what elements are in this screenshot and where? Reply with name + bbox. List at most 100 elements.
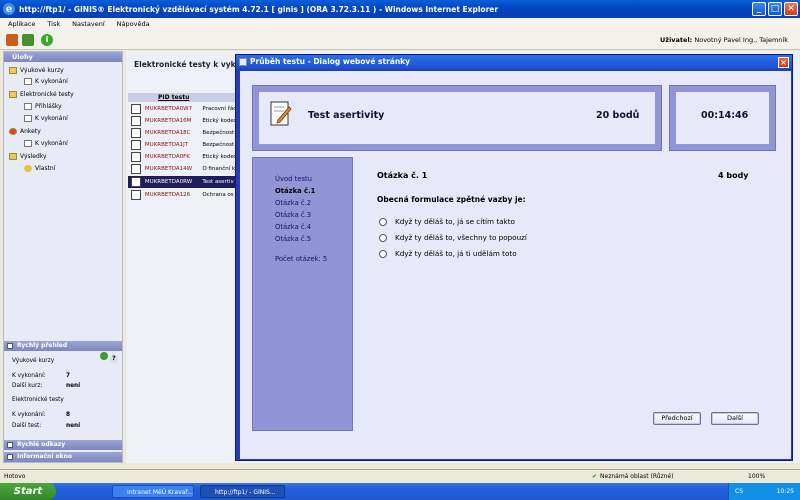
menu-tisk[interactable]: Tisk <box>47 20 60 28</box>
question-count: Počet otázek: 5 <box>275 255 328 263</box>
tree-vysledky[interactable]: Výsledky <box>9 153 47 160</box>
tree-ankety[interactable]: Ankety <box>9 128 41 135</box>
folder-icon <box>9 153 17 160</box>
language-indicator[interactable]: CS <box>735 488 743 495</box>
quick-courses-todo-label: K vykonání: <box>12 373 46 379</box>
quick-tests-todo-value: 8 <box>66 412 71 418</box>
dialog-page-icon <box>239 58 247 66</box>
quick-courses-label: Výukové kurzy <box>12 358 55 364</box>
test-icon <box>131 177 141 187</box>
test-icon <box>131 128 141 138</box>
nav-question-1[interactable]: Otázka č.1 <box>275 187 315 195</box>
taskbar-ginis[interactable]: http://ftp1/ - GINIS... <box>200 485 285 498</box>
quick-courses-todo-value: 7 <box>66 373 71 379</box>
answer-option-2[interactable]: Když ty děláš to, všechny to popouzí <box>379 233 527 242</box>
tree-vyukove-kurzy[interactable]: Výukové kurzy <box>9 67 64 74</box>
info-window-header[interactable]: Informační okno <box>4 452 122 462</box>
test-icon <box>131 116 141 126</box>
window-title: http://ftp1/ - GINIS® Elektronický vzděl… <box>19 4 499 14</box>
column-pid-header[interactable]: PID testu <box>128 93 238 102</box>
tree-elektronicke-testy[interactable]: Elektronické testy <box>9 91 74 98</box>
close-window-button[interactable]: ✕ <box>784 2 798 16</box>
test-icon <box>131 140 141 150</box>
test-progress-dialog: Průběh testu - Dialog webové stránky × T… <box>235 54 793 461</box>
browser-title-bar[interactable]: e http://ftp1/ - GINIS® Elektronický vzd… <box>0 0 800 18</box>
document-icon <box>24 103 32 110</box>
user-info: Uživatel: Novotný Pavel Ing., Tajemník <box>660 36 788 44</box>
table-row-selected[interactable]: MUKRBETDA0RW Test asertiv <box>128 176 238 188</box>
radio-button[interactable] <box>379 217 387 226</box>
nav-question-4[interactable]: Otázka č.4 <box>275 223 311 231</box>
test-total-points: 20 bodů <box>596 110 640 121</box>
start-button[interactable]: Start <box>0 483 56 500</box>
document-icon <box>24 78 32 85</box>
tree-testy-k-vykonani[interactable]: K vykonání <box>24 115 68 122</box>
zoom-level[interactable]: 100% <box>748 473 765 480</box>
table-row[interactable]: MUKRBETDA14W O finanční k <box>128 163 238 175</box>
status-text: Hotovo <box>4 473 26 480</box>
survey-icon <box>9 128 17 135</box>
quick-overview-header[interactable]: Rychlý přehled <box>4 341 122 351</box>
app-toolbar: i Uživatel: Novotný Pavel Ing., Tajemník <box>0 30 800 50</box>
quick-tests-label: Elektronické testy <box>12 397 64 403</box>
menu-bar: Aplikace Tisk Nastavení Nápověda <box>0 18 800 30</box>
taskbar-intranet[interactable]: Intranet MěÚ Kravař... <box>112 485 194 498</box>
dialog-body: Test asertivity 20 bodů 00:14:46 Úvod te… <box>240 71 791 459</box>
answer-option-3[interactable]: Když ty děláš to, já ti udělám toto <box>379 249 517 258</box>
system-tray: CS 10:25 <box>728 483 800 500</box>
star-icon <box>24 165 32 172</box>
previous-button[interactable]: Předchozí <box>653 412 701 425</box>
quick-tests-todo-label: K vykonání: <box>12 412 46 418</box>
exit-icon[interactable] <box>22 34 34 46</box>
taskbar: Start Intranet MěÚ Kravař... http://ftp1… <box>0 483 800 500</box>
test-name: Test asertivity <box>308 110 385 121</box>
table-row[interactable]: MUKRBETDA0FK Etický kodex <box>128 151 238 163</box>
table-row[interactable]: MUKRBETDA1JT Bezpečnost <box>128 139 238 151</box>
maximize-button[interactable]: □ <box>768 2 782 16</box>
security-zone: Neznámá oblast (Různé) <box>592 473 673 480</box>
document-icon <box>24 115 32 122</box>
folder-icon <box>9 91 17 98</box>
nav-question-2[interactable]: Otázka č.2 <box>275 199 311 207</box>
nav-question-3[interactable]: Otázka č.3 <box>275 211 311 219</box>
test-timer: 00:14:46 <box>701 110 749 121</box>
table-row[interactable]: MUKRBETDA0W7 Pracovní řád <box>128 103 238 115</box>
info-icon[interactable]: i <box>41 34 53 46</box>
refresh-help-icons[interactable]: ? <box>100 352 120 363</box>
tree-kurzy-k-vykonani[interactable]: K vykonání <box>24 78 68 85</box>
menu-aplikace[interactable]: Aplikace <box>8 20 35 28</box>
question-points: 4 body <box>718 171 749 180</box>
table-row[interactable]: MUKRBETDA18C Bezpečnost <box>128 127 238 139</box>
user-name: Novotný Pavel Ing., Tajemník <box>694 36 788 44</box>
user-label: Uživatel: <box>660 36 693 44</box>
answer-option-1[interactable]: Když ty děláš to, já se cítím takto <box>379 217 515 226</box>
radio-button[interactable] <box>379 249 387 258</box>
document-icon <box>24 140 32 147</box>
nav-intro[interactable]: Úvod testu <box>275 175 312 183</box>
quick-courses-next-label: Další kurz: <box>12 383 43 389</box>
tree-prihlasky[interactable]: Přihlášky <box>24 103 62 110</box>
tree-ankety-k-vykonani[interactable]: K vykonání <box>24 140 68 147</box>
menu-nastaveni[interactable]: Nastavení <box>72 20 105 28</box>
minimize-button[interactable]: _ <box>752 2 766 16</box>
expand-icon <box>7 454 13 460</box>
menu-napoveda[interactable]: Nápověda <box>117 20 150 28</box>
test-icon <box>131 164 141 174</box>
dialog-title-bar[interactable]: Průběh testu - Dialog webové stránky × <box>236 55 792 69</box>
table-row[interactable]: MUKRBETDA16M Etický kodex <box>128 115 238 127</box>
quick-links-header[interactable]: Rychlé odkazy <box>4 440 122 450</box>
next-button[interactable]: Další <box>711 412 759 425</box>
tree-vlastni[interactable]: Vlastní <box>24 165 55 172</box>
question-text: Obecná formulace zpětné vazby je: <box>377 195 526 204</box>
sidebar-header: Úlohy <box>4 52 122 62</box>
refresh-icon[interactable] <box>100 352 108 360</box>
nav-question-5[interactable]: Otázka č.5 <box>275 235 311 243</box>
test-icon <box>131 104 141 114</box>
dialog-close-button[interactable]: × <box>778 57 789 68</box>
radio-button[interactable] <box>379 233 387 242</box>
clock: 10:25 <box>776 488 794 495</box>
table-row[interactable]: MUKRBETDA126 Ochrana os <box>128 189 238 201</box>
tools-icon[interactable] <box>6 34 18 46</box>
help-icon[interactable]: ? <box>109 355 118 363</box>
quick-tests-next-value: není <box>66 423 81 429</box>
